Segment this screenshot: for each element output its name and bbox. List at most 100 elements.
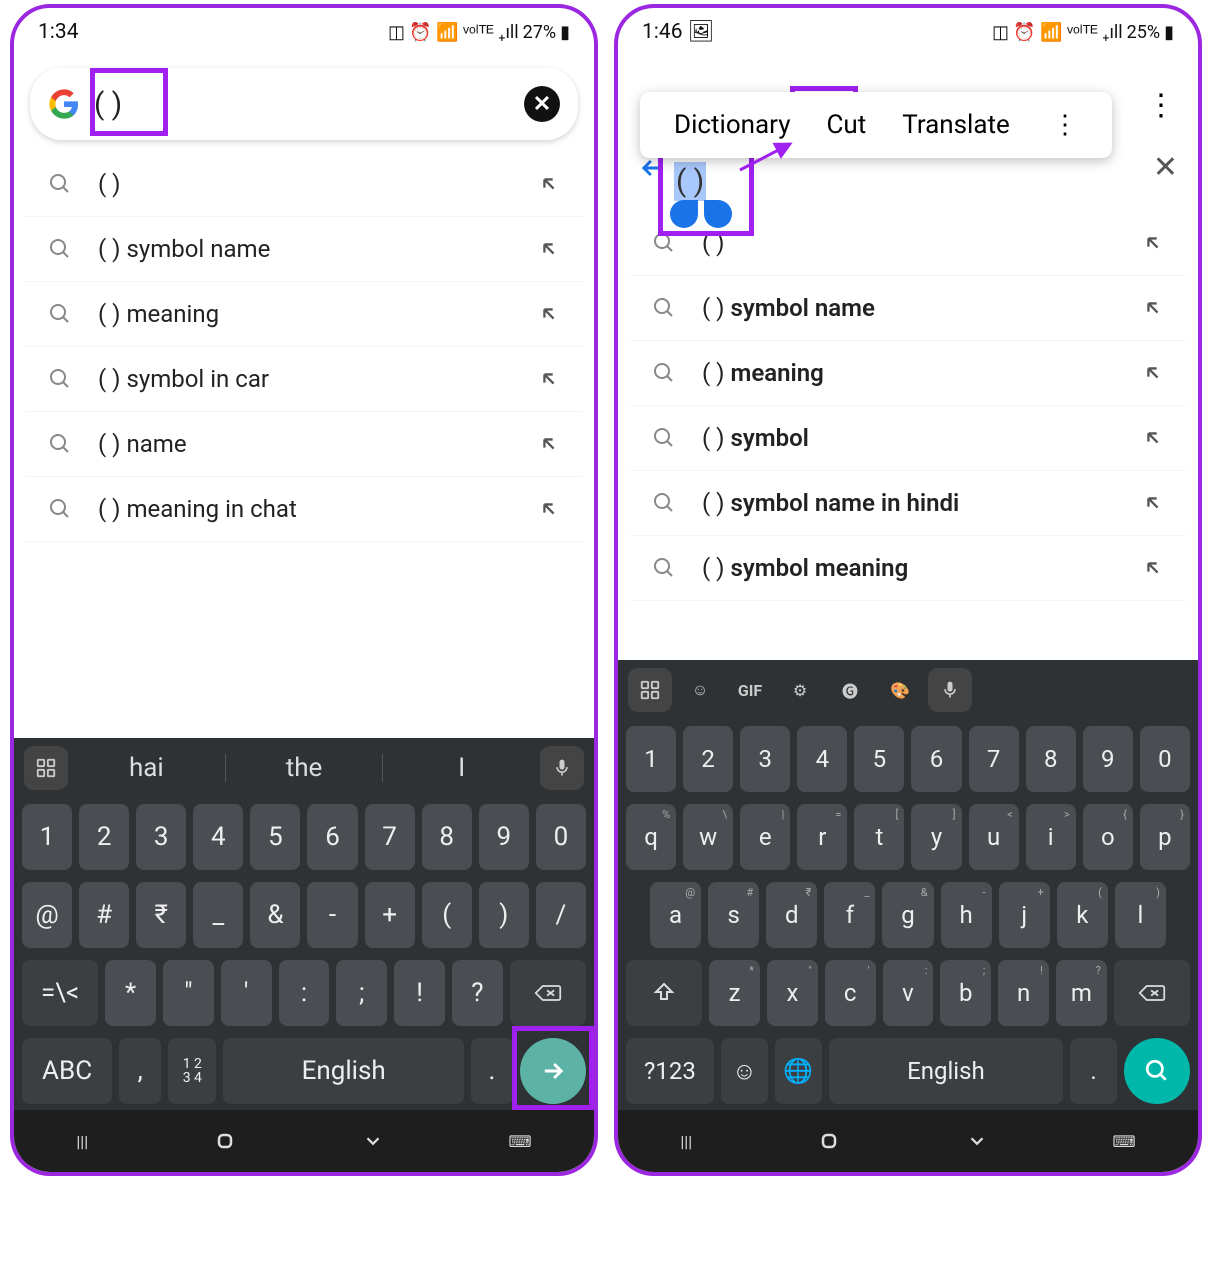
nav-recents-icon[interactable]: |||: [680, 1132, 692, 1151]
key[interactable]: #: [79, 882, 129, 948]
kb-mic-icon[interactable]: [540, 746, 584, 790]
key[interactable]: c': [825, 960, 876, 1026]
kb-word-2[interactable]: the: [232, 753, 377, 783]
key[interactable]: m?: [1056, 960, 1107, 1026]
key[interactable]: 3: [740, 726, 790, 792]
key[interactable]: h-: [941, 882, 992, 948]
key-backspace[interactable]: [510, 960, 586, 1026]
key[interactable]: 6: [911, 726, 961, 792]
key[interactable]: t[: [854, 804, 904, 870]
key[interactable]: *: [105, 960, 156, 1026]
key[interactable]: i>: [1026, 804, 1076, 870]
key[interactable]: u<: [969, 804, 1019, 870]
key[interactable]: l): [1115, 882, 1166, 948]
kb-word-3[interactable]: I: [389, 753, 534, 783]
ctx-more-icon[interactable]: ⋮: [1052, 110, 1078, 140]
key[interactable]: p}: [1140, 804, 1190, 870]
nav-back-icon[interactable]: [362, 1130, 384, 1152]
key-backspace[interactable]: [1114, 960, 1190, 1026]
key-search[interactable]: [1124, 1038, 1190, 1104]
insert-arrow-icon[interactable]: [1142, 232, 1164, 254]
key[interactable]: r=: [797, 804, 847, 870]
key[interactable]: z*: [709, 960, 760, 1026]
key-space[interactable]: English: [829, 1038, 1063, 1104]
key[interactable]: o{: [1083, 804, 1133, 870]
key[interactable]: b;: [940, 960, 991, 1026]
key[interactable]: k(: [1057, 882, 1108, 948]
insert-arrow-icon[interactable]: [1142, 297, 1164, 319]
key[interactable]: -: [307, 882, 357, 948]
nav-keyboard-icon[interactable]: ⌨: [1113, 1132, 1136, 1151]
nav-home-icon[interactable]: [213, 1129, 237, 1153]
key[interactable]: a@: [650, 882, 701, 948]
key[interactable]: q%: [626, 804, 676, 870]
insert-arrow-icon[interactable]: [1142, 427, 1164, 449]
ctx-dictionary[interactable]: Dictionary: [674, 110, 791, 140]
key[interactable]: /: [536, 882, 586, 948]
suggestion-item[interactable]: ( ) symbol: [630, 406, 1186, 471]
kb-settings-icon[interactable]: ⚙: [778, 668, 822, 712]
clear-button[interactable]: ✕: [524, 86, 560, 122]
key-symbols[interactable]: ?123: [626, 1038, 714, 1104]
suggestion-item[interactable]: ( ) name: [26, 412, 582, 477]
selection-handle-left[interactable]: [670, 200, 698, 228]
kb-mic-icon[interactable]: [928, 668, 972, 712]
selection-handle-right[interactable]: [704, 200, 732, 228]
kb-translate-icon[interactable]: 🅖: [828, 668, 872, 712]
key[interactable]: 0: [1140, 726, 1190, 792]
suggestion-item[interactable]: ( ) symbol in car: [26, 347, 582, 412]
key[interactable]: v:: [883, 960, 934, 1026]
key[interactable]: 2: [683, 726, 733, 792]
search-box[interactable]: ( ) ✕: [30, 68, 578, 140]
keyboard[interactable]: ☺ GIF ⚙ 🅖 🎨 1234567890 q%w\e|r=t[y]u<i>o…: [618, 660, 1198, 1110]
key[interactable]: ": [163, 960, 214, 1026]
key[interactable]: s#: [708, 882, 759, 948]
nav-back-icon[interactable]: [966, 1130, 988, 1152]
key[interactable]: 7: [969, 726, 1019, 792]
insert-arrow-icon[interactable]: [1142, 557, 1164, 579]
key[interactable]: 0: [536, 804, 586, 870]
nav-home-icon[interactable]: [817, 1129, 841, 1153]
suggestion-item[interactable]: ( ) meaning in chat: [26, 477, 582, 542]
key[interactable]: e|: [740, 804, 790, 870]
key[interactable]: n!: [998, 960, 1049, 1026]
key[interactable]: 1: [22, 804, 72, 870]
key[interactable]: d₹: [766, 882, 817, 948]
key-abc[interactable]: ABC: [22, 1038, 112, 1104]
key-period[interactable]: .: [471, 1038, 513, 1104]
key[interactable]: 9: [1083, 726, 1133, 792]
key[interactable]: f_: [824, 882, 875, 948]
key[interactable]: 5: [250, 804, 300, 870]
key[interactable]: w\: [683, 804, 733, 870]
key-shift[interactable]: [626, 960, 702, 1026]
key-numpad[interactable]: 1 2 3 4: [168, 1038, 216, 1104]
key[interactable]: 1: [626, 726, 676, 792]
suggestion-item[interactable]: ( ) meaning: [26, 282, 582, 347]
key-emoji[interactable]: ☺: [721, 1038, 768, 1104]
insert-arrow-icon[interactable]: [538, 303, 560, 325]
suggestion-item[interactable]: ( ): [26, 152, 582, 217]
key[interactable]: 8: [1026, 726, 1076, 792]
kb-theme-icon[interactable]: 🎨: [878, 668, 922, 712]
key[interactable]: ): [479, 882, 529, 948]
key[interactable]: x": [767, 960, 818, 1026]
insert-arrow-icon[interactable]: [1142, 362, 1164, 384]
suggestion-item[interactable]: ( ) symbol name: [26, 217, 582, 282]
key[interactable]: y]: [911, 804, 961, 870]
key-comma[interactable]: ,: [119, 1038, 161, 1104]
key[interactable]: g&: [882, 882, 933, 948]
insert-arrow-icon[interactable]: [538, 498, 560, 520]
overflow-menu-icon[interactable]: ⋮: [1146, 88, 1176, 123]
kb-apps-icon[interactable]: [24, 746, 68, 790]
key-symbols[interactable]: =\<: [22, 960, 98, 1026]
key[interactable]: (: [422, 882, 472, 948]
key-enter[interactable]: [520, 1038, 586, 1104]
kb-apps-icon[interactable]: [628, 668, 672, 712]
key[interactable]: 2: [79, 804, 129, 870]
key[interactable]: :: [279, 960, 330, 1026]
key-space[interactable]: English: [223, 1038, 464, 1104]
key[interactable]: 7: [365, 804, 415, 870]
key[interactable]: 5: [854, 726, 904, 792]
key[interactable]: j+: [999, 882, 1050, 948]
ctx-cut[interactable]: Cut: [827, 110, 867, 140]
